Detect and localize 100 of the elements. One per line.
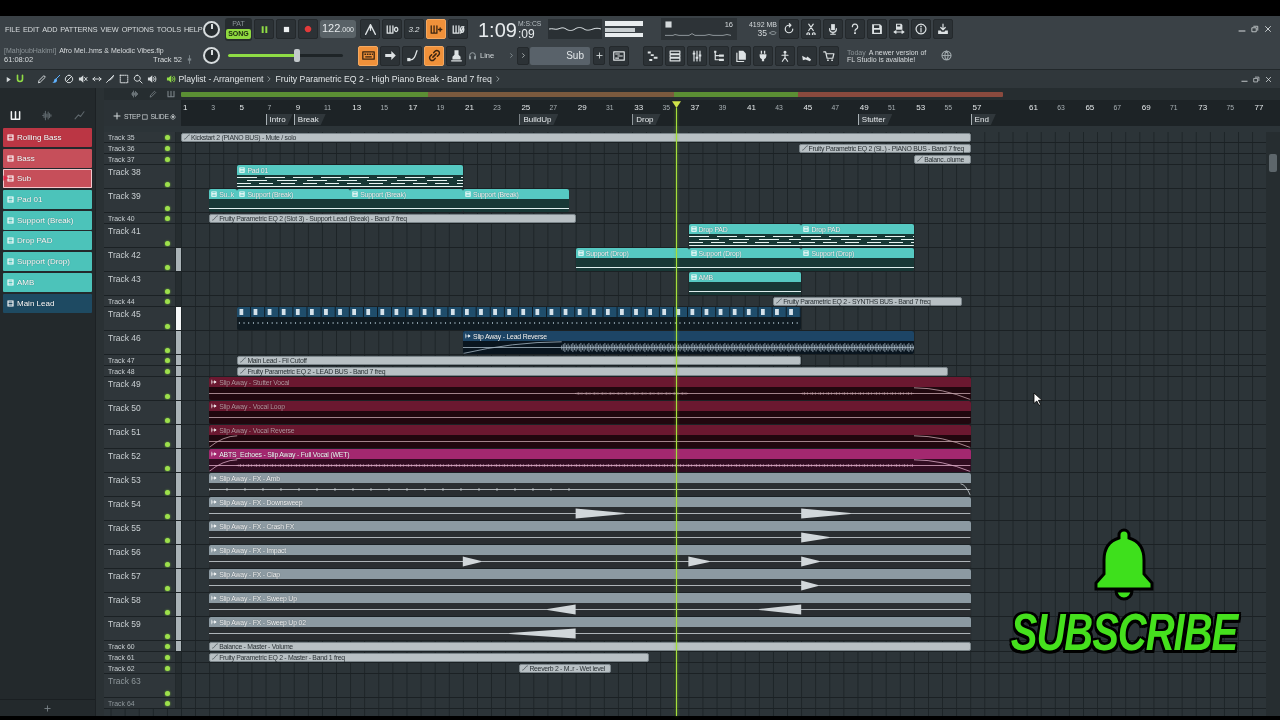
tool-button[interactable] xyxy=(131,72,144,86)
toolbar-button[interactable] xyxy=(819,45,839,66)
led-icon[interactable] xyxy=(165,368,170,374)
globe-icon[interactable] xyxy=(941,50,952,61)
led-icon[interactable] xyxy=(165,357,170,363)
led-icon[interactable] xyxy=(165,665,170,671)
tool-button[interactable] xyxy=(118,72,131,86)
restore-icon[interactable] xyxy=(1251,25,1259,33)
tool-button[interactable] xyxy=(448,19,468,39)
toolbar-button[interactable] xyxy=(609,45,629,66)
toolbar-button[interactable] xyxy=(797,45,817,66)
led-icon[interactable] xyxy=(165,562,170,567)
pattern-item[interactable]: Sub xyxy=(3,169,92,189)
led-icon[interactable] xyxy=(165,134,170,140)
marker-label[interactable]: Stutter xyxy=(857,114,893,125)
pattern-clip-row[interactable] xyxy=(237,307,802,330)
led-icon[interactable] xyxy=(165,289,170,294)
toolbar-button[interactable] xyxy=(665,45,685,66)
toolbar-button[interactable] xyxy=(911,19,931,39)
toolbar-button[interactable] xyxy=(867,19,887,39)
record-button[interactable] xyxy=(298,19,318,39)
marker-label[interactable]: BuildUp xyxy=(519,114,559,125)
pattern-item[interactable]: Main Lead xyxy=(3,293,92,313)
close-icon[interactable] xyxy=(1264,25,1272,33)
breadcrumb-item[interactable]: Fruity Parametric EQ 2 - High Piano Break - Band 7 freq xyxy=(275,74,492,84)
led-icon[interactable] xyxy=(165,182,170,187)
close-icon[interactable] xyxy=(1265,75,1272,83)
stop-button[interactable] xyxy=(276,19,296,39)
led-icon[interactable] xyxy=(165,538,170,543)
led-icon[interactable] xyxy=(165,418,170,423)
tool-button[interactable] xyxy=(36,72,48,86)
toolbar-button[interactable] xyxy=(845,19,865,39)
pattern-item[interactable]: Bass xyxy=(3,148,92,168)
playlist-grid[interactable] xyxy=(104,132,1266,716)
pattern-icon xyxy=(211,191,218,197)
led-icon[interactable] xyxy=(165,442,170,447)
led-icon[interactable] xyxy=(165,298,170,304)
toolbar-button[interactable] xyxy=(775,45,795,66)
add-pattern-button[interactable] xyxy=(593,46,605,65)
playhead[interactable] xyxy=(675,108,678,716)
pattern-selector[interactable]: Sub xyxy=(530,46,590,65)
toolbar-button[interactable] xyxy=(933,19,953,39)
tool-button[interactable] xyxy=(424,45,444,66)
led-icon[interactable] xyxy=(165,654,170,660)
tool-button[interactable] xyxy=(426,19,446,39)
led-icon[interactable] xyxy=(165,643,170,649)
led-icon[interactable] xyxy=(165,691,170,696)
marker-label[interactable]: Break xyxy=(293,114,326,125)
led-icon[interactable] xyxy=(165,156,170,162)
led-icon[interactable] xyxy=(165,466,170,471)
toolbar-button[interactable] xyxy=(779,19,799,39)
led-icon[interactable] xyxy=(165,215,170,221)
comb-icon xyxy=(10,109,22,121)
toolbar-button[interactable] xyxy=(801,19,821,39)
tool-button[interactable] xyxy=(358,45,378,66)
led-icon[interactable] xyxy=(165,145,170,151)
play-icon[interactable] xyxy=(5,75,12,83)
toolbar-button[interactable] xyxy=(643,45,663,66)
pause-button[interactable] xyxy=(254,19,274,39)
arrangement-overview[interactable] xyxy=(181,91,1003,97)
tool-button[interactable] xyxy=(446,45,466,66)
pattern-item[interactable]: Rolling Bass xyxy=(3,128,92,147)
tool-button[interactable] xyxy=(49,72,62,86)
tool-button[interactable] xyxy=(380,45,400,66)
toolbar-button[interactable] xyxy=(709,45,729,66)
add-track-icon[interactable] xyxy=(113,112,121,120)
toolbar-button[interactable] xyxy=(889,19,909,39)
add-icon[interactable] xyxy=(44,704,51,712)
led-icon[interactable] xyxy=(165,324,170,329)
toolbar-button[interactable] xyxy=(687,45,707,66)
led-icon[interactable] xyxy=(165,700,170,706)
toolbar-button[interactable] xyxy=(753,45,773,66)
tool-button[interactable] xyxy=(382,19,402,39)
led-icon[interactable] xyxy=(165,206,170,211)
marker-label[interactable]: Drop xyxy=(632,114,661,125)
marker-label[interactable]: End xyxy=(970,114,996,125)
restore-icon[interactable] xyxy=(1253,75,1260,83)
led-icon[interactable] xyxy=(165,348,170,353)
led-icon[interactable] xyxy=(165,514,170,519)
tool-button[interactable] xyxy=(360,19,380,39)
tool-button[interactable]: 3.2 xyxy=(404,19,424,39)
led-icon[interactable] xyxy=(165,610,170,615)
led-icon[interactable] xyxy=(165,586,170,591)
knob[interactable] xyxy=(203,47,220,64)
led-icon[interactable] xyxy=(165,265,170,270)
toolbar-button[interactable] xyxy=(823,19,843,39)
magnet-icon[interactable] xyxy=(15,74,25,84)
tool-button[interactable] xyxy=(104,72,117,86)
led-icon[interactable] xyxy=(165,241,170,246)
led-icon[interactable] xyxy=(165,634,170,639)
slider-handle[interactable] xyxy=(294,49,300,62)
led-icon[interactable] xyxy=(165,394,170,399)
tool-button[interactable] xyxy=(63,72,76,86)
vertical-scrollbar[interactable] xyxy=(1266,132,1280,716)
marker-label[interactable]: Intro xyxy=(265,114,293,125)
toolbar-button[interactable] xyxy=(731,45,751,66)
tool-button[interactable] xyxy=(402,45,422,66)
led-icon[interactable] xyxy=(165,490,170,495)
knob[interactable] xyxy=(203,20,220,38)
automation-curve-icon xyxy=(184,134,190,140)
